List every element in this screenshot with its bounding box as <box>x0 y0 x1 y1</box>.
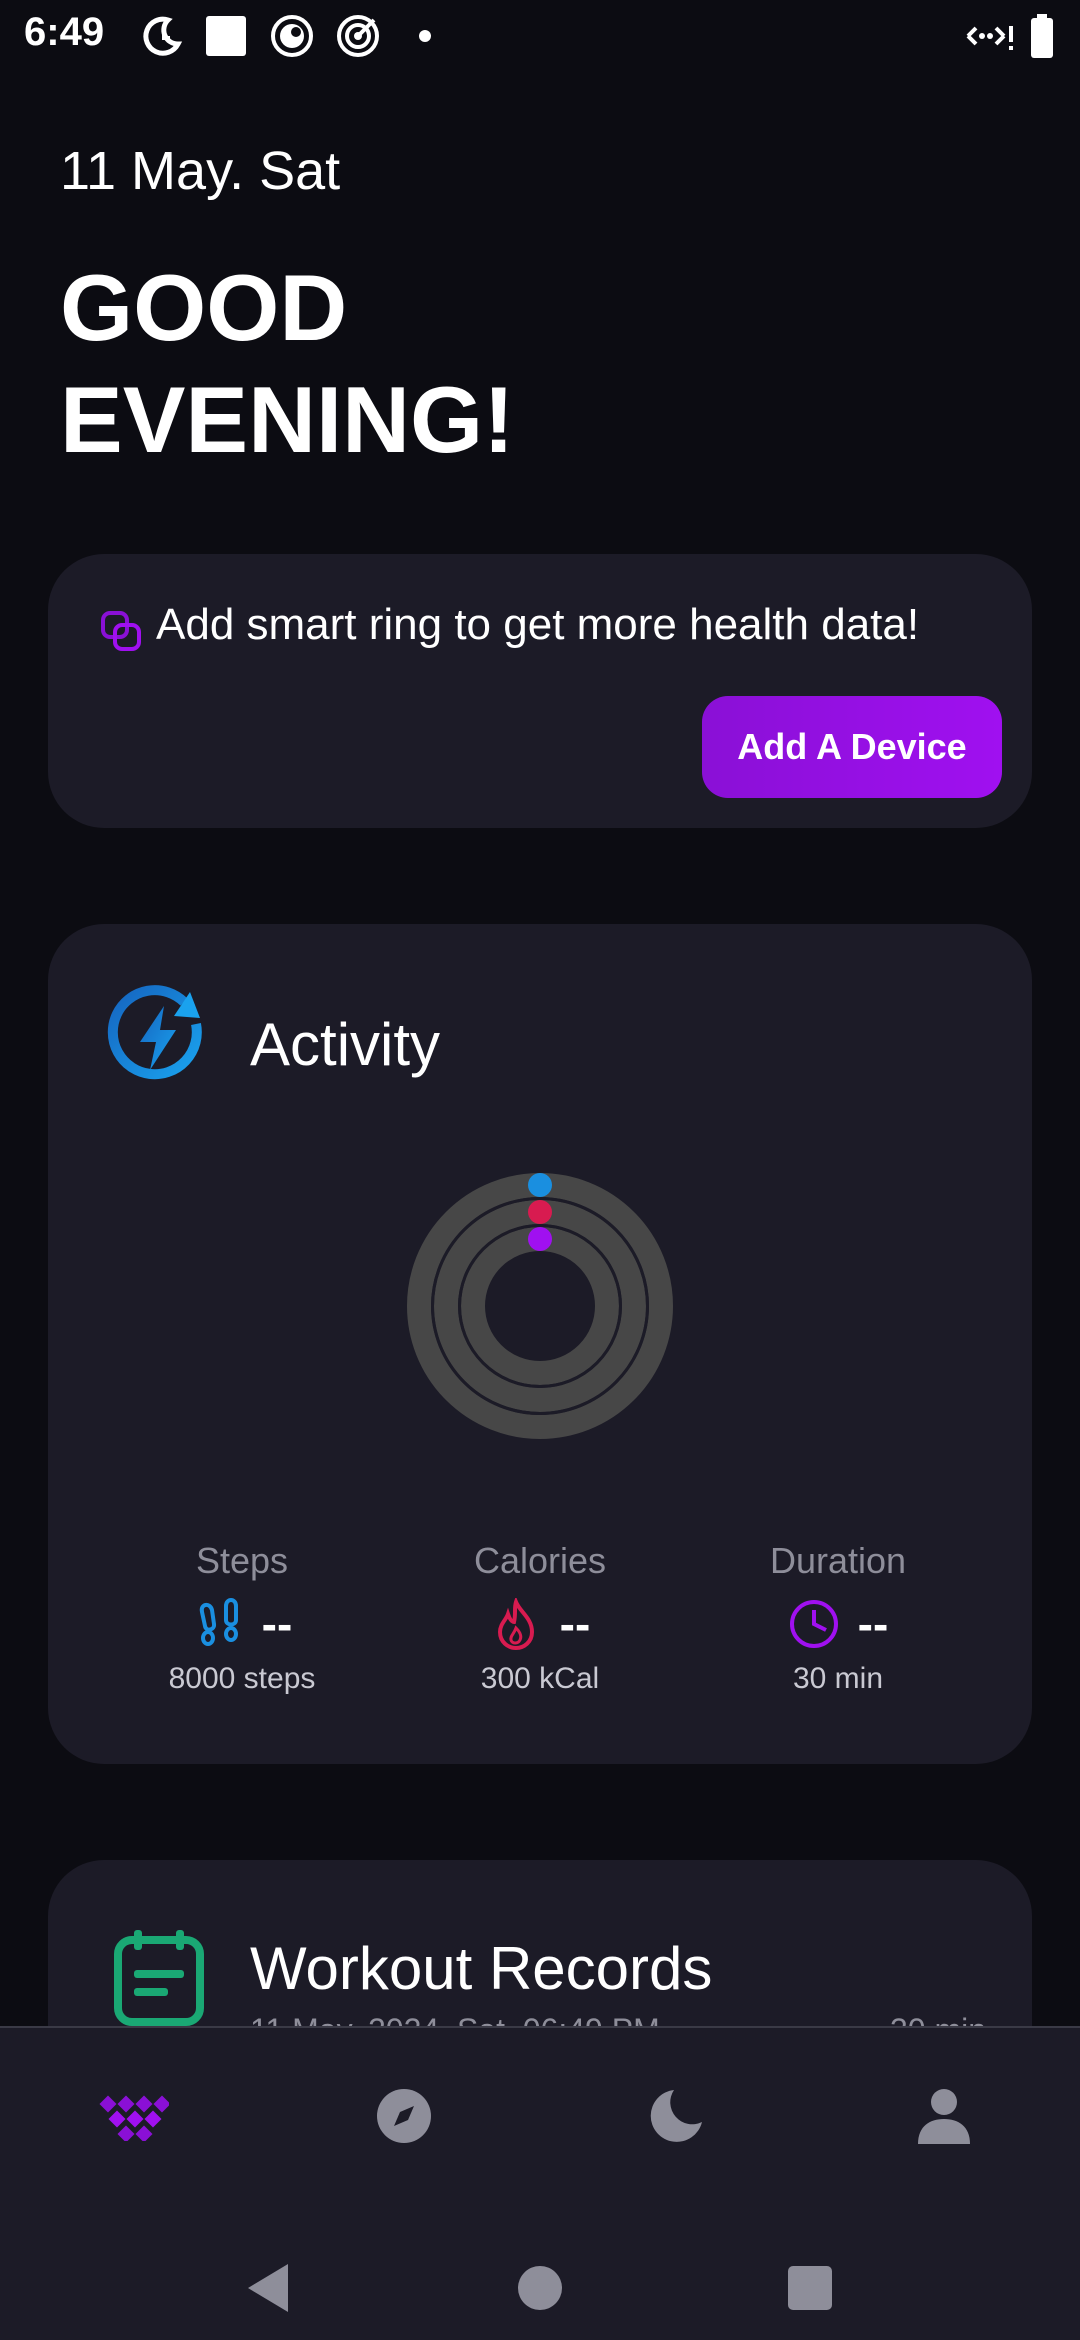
duration-ring-track <box>461 1227 619 1385</box>
clipboard-icon <box>114 1930 204 2026</box>
diamond-grid-icon <box>99 2095 169 2141</box>
nav-explore-tab[interactable] <box>364 2076 444 2156</box>
duration-progress-dot <box>528 1227 552 1251</box>
dot-icon <box>419 30 431 42</box>
calories-value: -- <box>559 1598 591 1650</box>
promo-text: Add smart ring to get more health data! <box>156 600 920 649</box>
white-square-icon <box>206 16 246 56</box>
activity-title: Activity <box>250 1011 441 1078</box>
activity-rings <box>407 1173 673 1439</box>
calories-label: Calories <box>473 1540 607 1581</box>
steps-metric: Steps -- 8000 steps <box>112 1540 372 1696</box>
bottom-navigation <box>0 2026 1080 2340</box>
battery-icon <box>1031 14 1053 58</box>
linked-rings-icon <box>101 611 141 651</box>
screen: 6:49 11 May. Sat GOOD EVENING! Add smart… <box>0 0 1080 2340</box>
flame-icon <box>497 1598 534 1650</box>
steps-value: -- <box>261 1598 293 1650</box>
steps-label: Steps <box>195 1540 289 1581</box>
calories-progress-dot <box>528 1200 552 1224</box>
date-label: 11 May. Sat <box>60 141 341 201</box>
add-ring-promo-card: Add smart ring to get more health data! … <box>48 554 1032 828</box>
calories-goal: 300 kCal <box>480 1662 600 1695</box>
duration-goal: 30 min <box>792 1662 884 1695</box>
status-time: 6:49 <box>24 10 105 54</box>
nav-profile-tab[interactable] <box>904 2076 984 2156</box>
moon-icon <box>650 2090 702 2142</box>
clock-icon <box>789 1600 838 1648</box>
calories-metric: Calories -- 300 kCal <box>410 1540 670 1696</box>
steps-goal: 8000 steps <box>168 1662 316 1695</box>
activity-card[interactable]: Activity Steps -- 8000 steps Calories --… <box>48 924 1032 1764</box>
compass-icon <box>377 2089 431 2143</box>
person-icon <box>918 2089 970 2144</box>
nav-home-tab[interactable] <box>94 2076 174 2156</box>
data-transfer-icon <box>966 26 1013 50</box>
greeting-title: GOOD EVENING! <box>60 255 515 472</box>
status-bar: 6:49 <box>0 0 1080 72</box>
nav-sleep-tab[interactable] <box>636 2076 716 2156</box>
record-icon <box>271 15 313 57</box>
footprints-icon <box>199 1598 238 1646</box>
duration-value: -- <box>857 1598 889 1650</box>
home-icon[interactable] <box>510 2258 570 2318</box>
lightning-cycle-icon <box>107 985 202 1080</box>
back-icon[interactable] <box>240 2258 300 2318</box>
target-icon <box>337 15 379 57</box>
moon-clock-icon <box>143 16 183 56</box>
steps-progress-dot <box>528 1173 552 1197</box>
recents-icon[interactable] <box>780 2258 840 2318</box>
workout-records-title: Workout Records <box>250 1935 713 2002</box>
add-device-button[interactable]: Add A Device <box>702 696 1002 798</box>
duration-label: Duration <box>769 1540 907 1581</box>
duration-metric: Duration -- 30 min <box>708 1540 968 1696</box>
